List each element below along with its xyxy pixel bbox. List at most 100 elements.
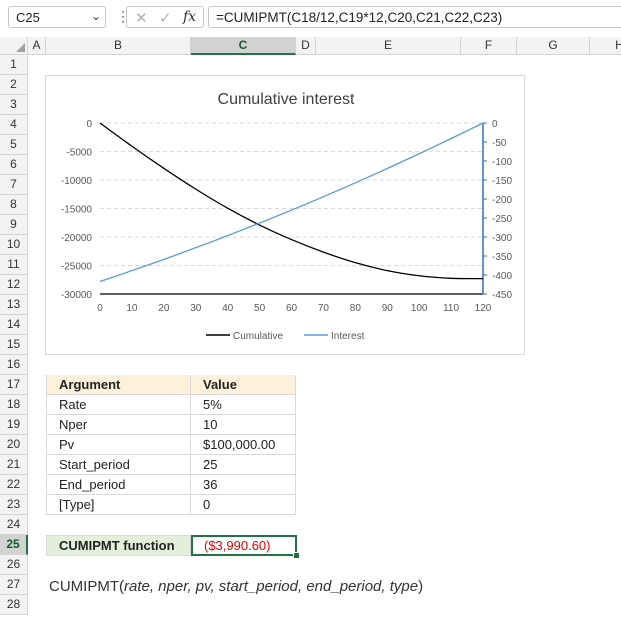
value-start-period[interactable]: 25 bbox=[191, 455, 296, 475]
row-header-12[interactable]: 12 bbox=[0, 275, 28, 295]
chart-title: Cumulative interest bbox=[218, 91, 356, 108]
result-cell-c25[interactable]: ($3,990.60) bbox=[191, 535, 297, 556]
fill-handle[interactable] bbox=[293, 552, 300, 559]
right-axis-tick-label: -150 bbox=[492, 176, 512, 187]
function-syntax: CUMIPMT(rate, nper, pv, start_period, en… bbox=[49, 578, 423, 595]
row-header-18[interactable]: 18 bbox=[0, 395, 28, 415]
row-header-2[interactable]: 2 bbox=[0, 75, 28, 95]
x-axis-tick-label: 60 bbox=[286, 303, 298, 314]
x-axis-tick-label: 70 bbox=[318, 303, 330, 314]
syntax-args: rate, nper, pv, start_period, end_period… bbox=[124, 578, 419, 595]
select-all-corner[interactable] bbox=[0, 37, 28, 55]
formula-buttons: ✕ ✓ fx bbox=[126, 6, 204, 28]
x-axis-tick-label: 90 bbox=[382, 303, 394, 314]
formula-text: =CUMIPMT(C18/12,C19*12,C20,C21,C22,C23) bbox=[216, 10, 503, 25]
left-axis-tick-label: -10000 bbox=[61, 176, 93, 187]
value-pv[interactable]: $100,000.00 bbox=[191, 435, 296, 455]
name-box-value: C25 bbox=[16, 10, 40, 25]
column-header-c[interactable]: C bbox=[191, 37, 296, 55]
row-header-7[interactable]: 7 bbox=[0, 175, 28, 195]
x-axis-tick-label: 50 bbox=[254, 303, 266, 314]
right-axis-tick-label: -450 bbox=[492, 290, 512, 301]
row-header-27[interactable]: 27 bbox=[0, 575, 28, 595]
column-header-g[interactable]: G bbox=[517, 37, 590, 55]
row-header-1[interactable]: 1 bbox=[0, 55, 28, 75]
x-axis-tick-label: 20 bbox=[158, 303, 170, 314]
arg-end-period[interactable]: End_period bbox=[46, 475, 191, 495]
right-axis-tick-label: -400 bbox=[492, 271, 512, 282]
row-header-8[interactable]: 8 bbox=[0, 195, 28, 215]
column-header-b[interactable]: B bbox=[46, 37, 191, 55]
left-axis-tick-label: -30000 bbox=[61, 290, 93, 301]
row-header-5[interactable]: 5 bbox=[0, 135, 28, 155]
value-end-period[interactable]: 36 bbox=[191, 475, 296, 495]
x-axis-tick-label: 40 bbox=[222, 303, 234, 314]
x-axis-tick-label: 0 bbox=[97, 303, 103, 314]
row-header-11[interactable]: 11 bbox=[0, 255, 28, 275]
row-header-24[interactable]: 24 bbox=[0, 515, 28, 535]
row-header-6[interactable]: 6 bbox=[0, 155, 28, 175]
legend-label-cumulative: Cumulative bbox=[233, 331, 283, 342]
name-box[interactable]: C25 ⌄ bbox=[8, 6, 106, 28]
enter-icon[interactable]: ✓ bbox=[159, 9, 172, 27]
left-axis-tick-label: -25000 bbox=[61, 262, 93, 273]
table-header-value[interactable]: Value bbox=[191, 375, 296, 395]
syntax-fn: CUMIPMT( bbox=[49, 578, 124, 595]
row-header-3[interactable]: 3 bbox=[0, 95, 28, 115]
row-header-15[interactable]: 15 bbox=[0, 335, 28, 355]
result-label[interactable]: CUMIPMT function bbox=[46, 535, 191, 556]
column-header-h[interactable]: H bbox=[590, 37, 621, 55]
right-axis-tick-label: -350 bbox=[492, 252, 512, 263]
right-axis-tick-label: -200 bbox=[492, 195, 512, 206]
row-header-9[interactable]: 9 bbox=[0, 215, 28, 235]
column-header-d[interactable]: D bbox=[296, 37, 316, 55]
row-header-28[interactable]: 28 bbox=[0, 595, 28, 615]
formula-bar: C25 ⌄ ⋮ ✕ ✓ fx =CUMIPMT(C18/12,C19*12,C2… bbox=[0, 0, 621, 34]
right-axis-tick-label: -50 bbox=[492, 138, 507, 149]
chart-canvas: Cumulative interest 0-5000-10000-15000-2… bbox=[61, 91, 513, 342]
row-header-23[interactable]: 23 bbox=[0, 495, 28, 515]
column-header-e[interactable]: E bbox=[316, 37, 461, 55]
row-header-25[interactable]: 25 bbox=[0, 535, 28, 555]
series-line-cumulative bbox=[99, 122, 484, 280]
arg-start-period[interactable]: Start_period bbox=[46, 455, 191, 475]
x-axis-tick-label: 10 bbox=[126, 303, 138, 314]
x-axis-tick-label: 110 bbox=[443, 303, 459, 314]
arg-rate[interactable]: Rate bbox=[46, 395, 191, 415]
row-header-19[interactable]: 19 bbox=[0, 415, 28, 435]
left-axis-tick-label: -15000 bbox=[61, 205, 93, 216]
arg-type[interactable]: [Type] bbox=[46, 495, 191, 515]
row-header-13[interactable]: 13 bbox=[0, 295, 28, 315]
cumulative-interest-chart[interactable]: Cumulative interest 0 -5000 -10000 -15000 -2… bbox=[45, 75, 525, 355]
right-axis-tick-label: 0 bbox=[492, 119, 498, 130]
column-header-a[interactable]: A bbox=[28, 37, 46, 55]
row-header-26[interactable]: 26 bbox=[0, 555, 28, 575]
row-header-10[interactable]: 10 bbox=[0, 235, 28, 255]
column-header-f[interactable]: F bbox=[461, 37, 517, 55]
arg-pv[interactable]: Pv bbox=[46, 435, 191, 455]
right-axis-tick-label: -300 bbox=[492, 233, 512, 244]
row-header-17[interactable]: 17 bbox=[0, 375, 28, 395]
chevron-down-icon[interactable]: ⌄ bbox=[91, 9, 101, 23]
value-rate[interactable]: 5% bbox=[191, 395, 296, 415]
x-axis-tick-label: 120 bbox=[475, 303, 492, 314]
formula-input[interactable]: =CUMIPMT(C18/12,C19*12,C20,C21,C22,C23) bbox=[208, 6, 621, 28]
syntax-close: ) bbox=[418, 578, 424, 595]
row-header-14[interactable]: 14 bbox=[0, 315, 28, 335]
table-header-argument[interactable]: Argument bbox=[46, 375, 191, 395]
row-header-20[interactable]: 20 bbox=[0, 435, 28, 455]
right-axis-tick-label: -100 bbox=[492, 157, 512, 168]
value-nper[interactable]: 10 bbox=[191, 415, 296, 435]
row-header-21[interactable]: 21 bbox=[0, 455, 28, 475]
insert-function-icon[interactable]: fx bbox=[183, 9, 196, 25]
value-type[interactable]: 0 bbox=[191, 495, 296, 515]
left-axis-tick-label: -20000 bbox=[61, 233, 93, 244]
x-axis-tick-label: 30 bbox=[190, 303, 202, 314]
row-header-4[interactable]: 4 bbox=[0, 115, 28, 135]
cancel-icon[interactable]: ✕ bbox=[135, 9, 148, 27]
x-axis-tick-label: 80 bbox=[350, 303, 362, 314]
right-axis-tick-label: -250 bbox=[492, 214, 512, 225]
row-header-16[interactable]: 16 bbox=[0, 355, 28, 375]
row-header-22[interactable]: 22 bbox=[0, 475, 28, 495]
arg-nper[interactable]: Nper bbox=[46, 415, 191, 435]
